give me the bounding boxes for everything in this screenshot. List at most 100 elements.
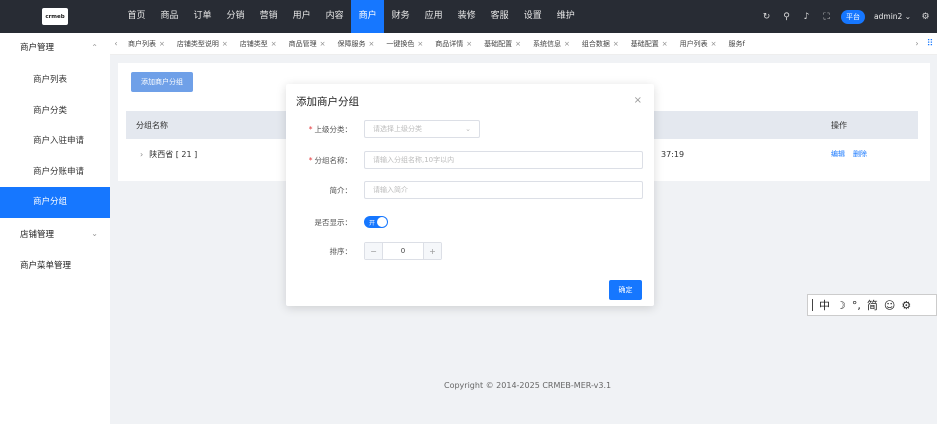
- column-header-name: 分组名称: [136, 120, 168, 130]
- top-nav-item[interactable]: 维护: [549, 0, 582, 33]
- moon-icon[interactable]: ☽: [836, 299, 846, 312]
- intro-input[interactable]: 请输入简介: [364, 181, 643, 199]
- emoji-icon[interactable]: ☺: [884, 299, 895, 312]
- row-time: 37:19: [661, 149, 685, 159]
- tab-close-icon[interactable]: ×: [662, 40, 668, 48]
- refresh-icon[interactable]: ↻: [761, 12, 772, 22]
- close-icon[interactable]: ×: [634, 95, 642, 106]
- logo[interactable]: crmeb: [42, 8, 68, 25]
- sidebar-group-merchant-menu[interactable]: 商户菜单管理: [0, 251, 110, 279]
- modal-title: 添加商户分组: [296, 96, 359, 108]
- confirm-button[interactable]: 确定: [609, 280, 642, 300]
- group-name-placeholder: 请输入分组名称,10字以内: [373, 156, 455, 164]
- tab[interactable]: 组合数据 ×: [576, 33, 625, 55]
- sidebar-item[interactable]: 商户分账申请: [0, 157, 110, 188]
- tab-close-icon[interactable]: ×: [320, 40, 326, 48]
- top-nav-item[interactable]: 用户: [285, 0, 318, 33]
- tab-label: 商户列表: [128, 39, 156, 48]
- top-nav-item[interactable]: 分销: [219, 0, 252, 33]
- tab[interactable]: 基础配置 ×: [478, 33, 527, 55]
- add-group-button[interactable]: 添加商户分组: [131, 72, 193, 92]
- top-nav-item[interactable]: 首页: [120, 0, 153, 33]
- tab[interactable]: 系统信息 ×: [527, 33, 576, 55]
- platform-badge[interactable]: 平台: [841, 9, 866, 24]
- tabs-bar: ‹ 商户列表 × 店铺类型说明 × 店铺类型 × 商品管理 × 保障服务 × 一键换色 × 商品详情 × 基…: [110, 33, 937, 55]
- sidebar-group-merchant[interactable]: 商户管理 ⌃: [0, 33, 110, 61]
- delete-link[interactable]: 删除: [853, 149, 867, 159]
- ime-mode[interactable]: 中: [819, 297, 830, 313]
- ime-punctuation[interactable]: °,: [852, 299, 861, 312]
- decrement-button[interactable]: −: [365, 243, 383, 259]
- tab[interactable]: 服务f: [723, 33, 751, 55]
- tab[interactable]: 一键换色 ×: [380, 33, 429, 55]
- tab[interactable]: 店铺类型说明 ×: [171, 33, 234, 55]
- tab[interactable]: 用户列表 ×: [674, 33, 723, 55]
- parent-category-select[interactable]: 请选择上级分类 ⌄: [364, 120, 480, 138]
- logo-area: crmeb: [0, 0, 110, 33]
- tab-label: 服务f: [728, 39, 745, 48]
- top-nav-item[interactable]: 商品: [153, 0, 186, 33]
- edit-link[interactable]: 编辑: [831, 149, 845, 159]
- top-nav-item[interactable]: 财务: [384, 0, 417, 33]
- sidebar-item[interactable]: 商户列表: [0, 65, 110, 96]
- sidebar-item[interactable]: 商户分类: [0, 96, 110, 127]
- show-toggle[interactable]: 开: [364, 216, 388, 228]
- tab[interactable]: 基础配置 ×: [625, 33, 674, 55]
- tab-label: 组合数据: [581, 39, 610, 48]
- top-nav-item[interactable]: 应用: [417, 0, 450, 33]
- tab-label: 商品管理: [288, 39, 317, 48]
- tabs-menu-icon[interactable]: ⠿: [923, 39, 937, 49]
- increment-button[interactable]: +: [423, 243, 441, 259]
- top-nav-item[interactable]: 内容: [318, 0, 351, 33]
- intro-label: 简介：: [329, 185, 353, 195]
- tab[interactable]: 商户列表 ×: [122, 33, 171, 55]
- top-nav-item[interactable]: 营销: [252, 0, 285, 33]
- tab-close-icon[interactable]: ×: [271, 40, 277, 48]
- sidebar-group-label: 店铺管理: [20, 229, 55, 240]
- user-menu[interactable]: admin2 ⌄: [874, 12, 911, 21]
- tab-close-icon[interactable]: ×: [466, 40, 472, 48]
- show-row: 是否显示： 开: [286, 212, 654, 232]
- expand-icon[interactable]: ›: [140, 150, 143, 159]
- top-nav: 首页 商品 订单 分销 营销 用户 内容 商户 财务 应用 装修 客服 设置 维护: [120, 0, 582, 33]
- sidebar-item[interactable]: 商户入驻申请: [0, 126, 110, 157]
- settings-icon[interactable]: ⚙: [901, 299, 911, 312]
- tab-label: 基础配置: [484, 39, 513, 48]
- ime-simplified[interactable]: 简: [867, 297, 878, 313]
- top-nav-item[interactable]: 装修: [450, 0, 483, 33]
- tab[interactable]: 商品管理 ×: [283, 33, 332, 55]
- tab-close-icon[interactable]: ×: [159, 40, 165, 48]
- top-nav-item[interactable]: 订单: [186, 0, 219, 33]
- row-name-cell[interactable]: › 陕西省 [ 21 ]: [140, 149, 197, 160]
- tab[interactable]: 店铺类型 ×: [234, 33, 283, 55]
- top-nav-item[interactable]: 商户: [351, 0, 385, 33]
- tab[interactable]: 商品详情 ×: [429, 33, 478, 55]
- tab-close-icon[interactable]: ×: [222, 40, 228, 48]
- settings-icon[interactable]: ⚙: [920, 12, 931, 22]
- sidebar-group-label: 商户管理: [20, 43, 55, 53]
- ime-handle[interactable]: [812, 299, 813, 311]
- tab-close-icon[interactable]: ×: [369, 40, 375, 48]
- top-nav-item[interactable]: 设置: [516, 0, 549, 33]
- group-name-input[interactable]: 请输入分组名称,10字以内: [364, 151, 643, 169]
- tab-label: 基础配置: [630, 39, 659, 48]
- tab-close-icon[interactable]: ×: [564, 40, 570, 48]
- notification-icon[interactable]: ♪: [801, 12, 812, 22]
- fullscreen-icon[interactable]: ⛶: [821, 12, 832, 22]
- search-icon[interactable]: ⚲: [781, 12, 792, 22]
- tabs-scroll-left-icon[interactable]: ‹: [110, 39, 122, 48]
- tab[interactable]: 保障服务 ×: [332, 33, 381, 55]
- sort-value[interactable]: 0: [383, 247, 423, 255]
- tab-close-icon[interactable]: ×: [515, 40, 521, 48]
- tab-close-icon[interactable]: ×: [417, 40, 423, 48]
- group-name-label: * 分组名称：: [308, 155, 352, 165]
- sidebar-item[interactable]: 商户分组: [0, 187, 110, 218]
- tab-close-icon[interactable]: ×: [711, 40, 717, 48]
- sidebar-group-store[interactable]: 店铺管理 ⌄: [0, 220, 110, 248]
- tab-label: 保障服务: [337, 39, 366, 48]
- tab-close-icon[interactable]: ×: [613, 40, 619, 48]
- top-nav-item[interactable]: 客服: [483, 0, 516, 33]
- tab-label: 用户列表: [679, 39, 708, 48]
- ime-toolbar: 中 ☽ °, 简 ☺ ⚙: [807, 294, 937, 316]
- tabs-scroll-right-icon[interactable]: ›: [911, 39, 923, 48]
